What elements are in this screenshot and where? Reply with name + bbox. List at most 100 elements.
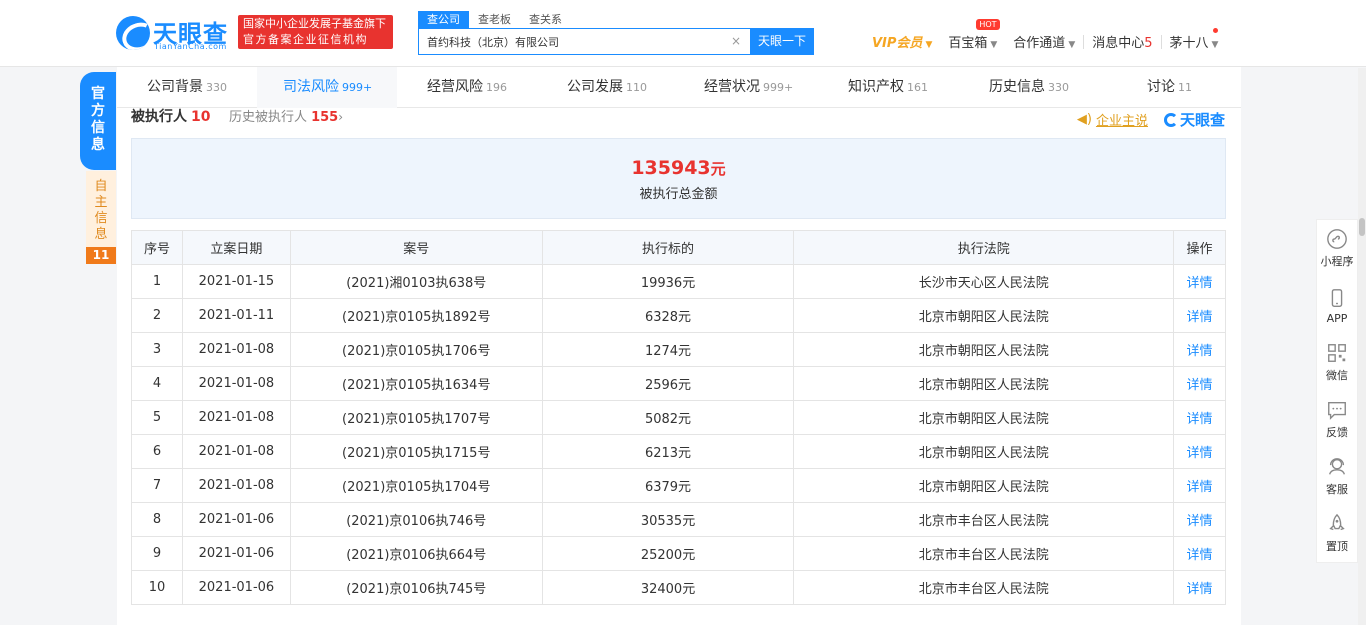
detail-link[interactable]: 详情 — [1173, 366, 1226, 401]
official-info-tab[interactable]: 官方信息 — [80, 72, 116, 170]
detail-link[interactable]: 详情 — [1173, 264, 1226, 299]
tab-count: 110 — [626, 81, 647, 94]
vip-menu[interactable]: VIP会员 ▼ — [864, 32, 940, 51]
tab-count: 11 — [1178, 81, 1192, 94]
row-index: 7 — [131, 468, 183, 503]
row-index: 3 — [131, 332, 183, 367]
tab-discussion[interactable]: 讨论 11 — [1147, 67, 1192, 108]
case-number: (2021)京0106执745号 — [289, 570, 543, 605]
tab-label: 讨论 — [1147, 79, 1175, 95]
toolbar-label: APP — [1326, 311, 1348, 325]
detail-link[interactable]: 详情 — [1173, 434, 1226, 469]
tianyancha-logo[interactable]: 天眼查 TianYanCha.com — [116, 14, 231, 54]
row-index: 6 — [131, 434, 183, 469]
search-tab-company[interactable]: 查公司 — [418, 11, 469, 28]
tab-count: 999+ — [763, 81, 794, 94]
case-number: (2021)京0106执664号 — [289, 536, 543, 571]
toolbar-label: 微信 — [1326, 369, 1348, 382]
row-index: 5 — [131, 400, 183, 435]
case-number: (2021)京0105执1706号 — [289, 332, 543, 367]
executed-person-table: 序号 立案日期 案号 执行标的 执行法院 操作 1 2021-01-15 (2021… — [131, 230, 1226, 605]
channel-menu[interactable]: 合作通道 ▼ — [1005, 32, 1083, 51]
tab-count: 161 — [907, 81, 928, 94]
logo-mark-icon — [116, 16, 150, 50]
feedback-button[interactable]: 反馈 — [1317, 391, 1357, 448]
qrcode-icon — [1328, 344, 1346, 362]
execution-target: 2596元 — [541, 366, 795, 401]
tab-company-background[interactable]: 公司背景 330 — [147, 67, 227, 108]
detail-link[interactable]: 详情 — [1173, 536, 1226, 571]
headset-icon — [1328, 458, 1346, 475]
mini-program-button[interactable]: 小程序 — [1317, 220, 1357, 277]
page-scrollbar[interactable] — [1358, 68, 1366, 625]
section-header: 被执行人 10 历史被执行人 155› — [131, 109, 343, 133]
case-number: (2021)湘0103执638号 — [289, 264, 543, 299]
chat-icon — [1328, 401, 1346, 420]
self-info-count: 11 — [86, 247, 116, 264]
toolbar-label: 置顶 — [1326, 540, 1348, 553]
execution-target: 6379元 — [541, 468, 795, 503]
detail-link[interactable]: 详情 — [1173, 468, 1226, 503]
tab-operating-risk[interactable]: 经营风险 196 — [427, 67, 507, 108]
amount-unit: 元 — [710, 160, 726, 178]
tab-history-info[interactable]: 历史信息 330 — [989, 67, 1069, 108]
clear-icon[interactable]: × — [731, 34, 741, 48]
back-to-top-button[interactable]: 置顶 — [1317, 505, 1357, 562]
col-court: 执行法院 — [793, 230, 1174, 265]
col-execution-target: 执行标的 — [541, 230, 795, 265]
logo-domain: TianYanCha.com — [154, 42, 227, 51]
filing-date: 2021-01-15 — [181, 264, 291, 299]
filing-date: 2021-01-11 — [181, 298, 291, 333]
case-number: (2021)京0106执746号 — [289, 502, 543, 537]
court-name: 长沙市天心区人民法院 — [793, 264, 1174, 299]
notification-dot-icon — [1213, 28, 1219, 33]
enterprise-speak-link[interactable]: 企业主说 — [1096, 110, 1148, 129]
section-title: 被执行人 — [131, 109, 187, 125]
table-row: 7 2021-01-08 (2021)京0105执1704号 6379元 北京市朝阳区人… — [131, 468, 1226, 503]
table-row: 8 2021-01-06 (2021)京0106执746号 30535元 北京市丰台区人… — [131, 502, 1226, 537]
message-center[interactable]: 消息中心5 — [1084, 32, 1160, 51]
tab-count: 330 — [206, 81, 227, 94]
history-count: 155 — [311, 110, 339, 125]
case-number: (2021)京0105执1634号 — [289, 366, 543, 401]
search-tab-boss[interactable]: 查老板 — [469, 11, 520, 28]
court-name: 北京市丰台区人民法院 — [793, 502, 1174, 537]
detail-link[interactable]: 详情 — [1173, 332, 1226, 367]
header-nav: VIP会员 ▼ 百宝箱 ▼ HOT 合作通道 ▼ 消息中心5 茅十八 ▼ — [864, 19, 1227, 51]
tab-company-development[interactable]: 公司发展 110 — [567, 67, 647, 108]
history-executed-link[interactable]: 历史被执行人 155› — [229, 110, 343, 125]
customer-service-button[interactable]: 客服 — [1317, 448, 1357, 505]
treasure-menu[interactable]: 百宝箱 ▼ HOT — [940, 19, 1005, 51]
filing-date: 2021-01-08 — [181, 468, 291, 503]
megaphone-icon: ◀) — [1076, 112, 1092, 127]
tab-label: 公司发展 — [567, 79, 623, 95]
detail-link[interactable]: 详情 — [1173, 502, 1226, 537]
row-index: 1 — [131, 264, 183, 299]
court-name: 北京市丰台区人民法院 — [793, 570, 1174, 605]
tab-intellectual-property[interactable]: 知识产权 161 — [848, 67, 928, 108]
col-action: 操作 — [1173, 230, 1226, 265]
user-menu[interactable]: 茅十八 ▼ — [1162, 28, 1227, 51]
execution-target: 30535元 — [541, 502, 795, 537]
table-row: 1 2021-01-15 (2021)湘0103执638号 19936元 长沙市天心区人… — [131, 264, 1226, 299]
search-tab-relation[interactable]: 查关系 — [520, 11, 571, 28]
table-header-row: 序号 立案日期 案号 执行标的 执行法院 操作 — [131, 230, 1226, 265]
detail-link[interactable]: 详情 — [1173, 570, 1226, 605]
search-input[interactable] — [419, 29, 749, 54]
wechat-button[interactable]: 微信 — [1317, 334, 1357, 391]
main-panel: 公司背景 330 司法风险 999+ 经营风险 196 公司发展 110 经营状况 999… — [117, 67, 1241, 625]
certification-badge: 国家中小企业发展子基金旗下 官方备案企业征信机构 — [238, 15, 393, 49]
tab-judicial-risk[interactable]: 司法风险 999+ — [257, 67, 397, 108]
table-row: 4 2021-01-08 (2021)京0105执1634号 2596元 北京市朝阳区人… — [131, 366, 1226, 401]
mini-program-icon — [1327, 229, 1347, 249]
total-amount-summary: 135943元 被执行总金额 — [131, 138, 1226, 219]
app-button[interactable]: APP — [1317, 277, 1357, 334]
row-index: 8 — [131, 502, 183, 537]
tab-operating-status[interactable]: 经营状况 999+ — [704, 67, 793, 108]
total-amount: 135943元 — [132, 157, 1225, 179]
detail-link[interactable]: 详情 — [1173, 400, 1226, 435]
detail-link[interactable]: 详情 — [1173, 298, 1226, 333]
col-case-number: 案号 — [289, 230, 543, 265]
scrollbar-thumb[interactable] — [1359, 218, 1365, 236]
search-button[interactable]: 天眼一下 — [750, 28, 814, 55]
